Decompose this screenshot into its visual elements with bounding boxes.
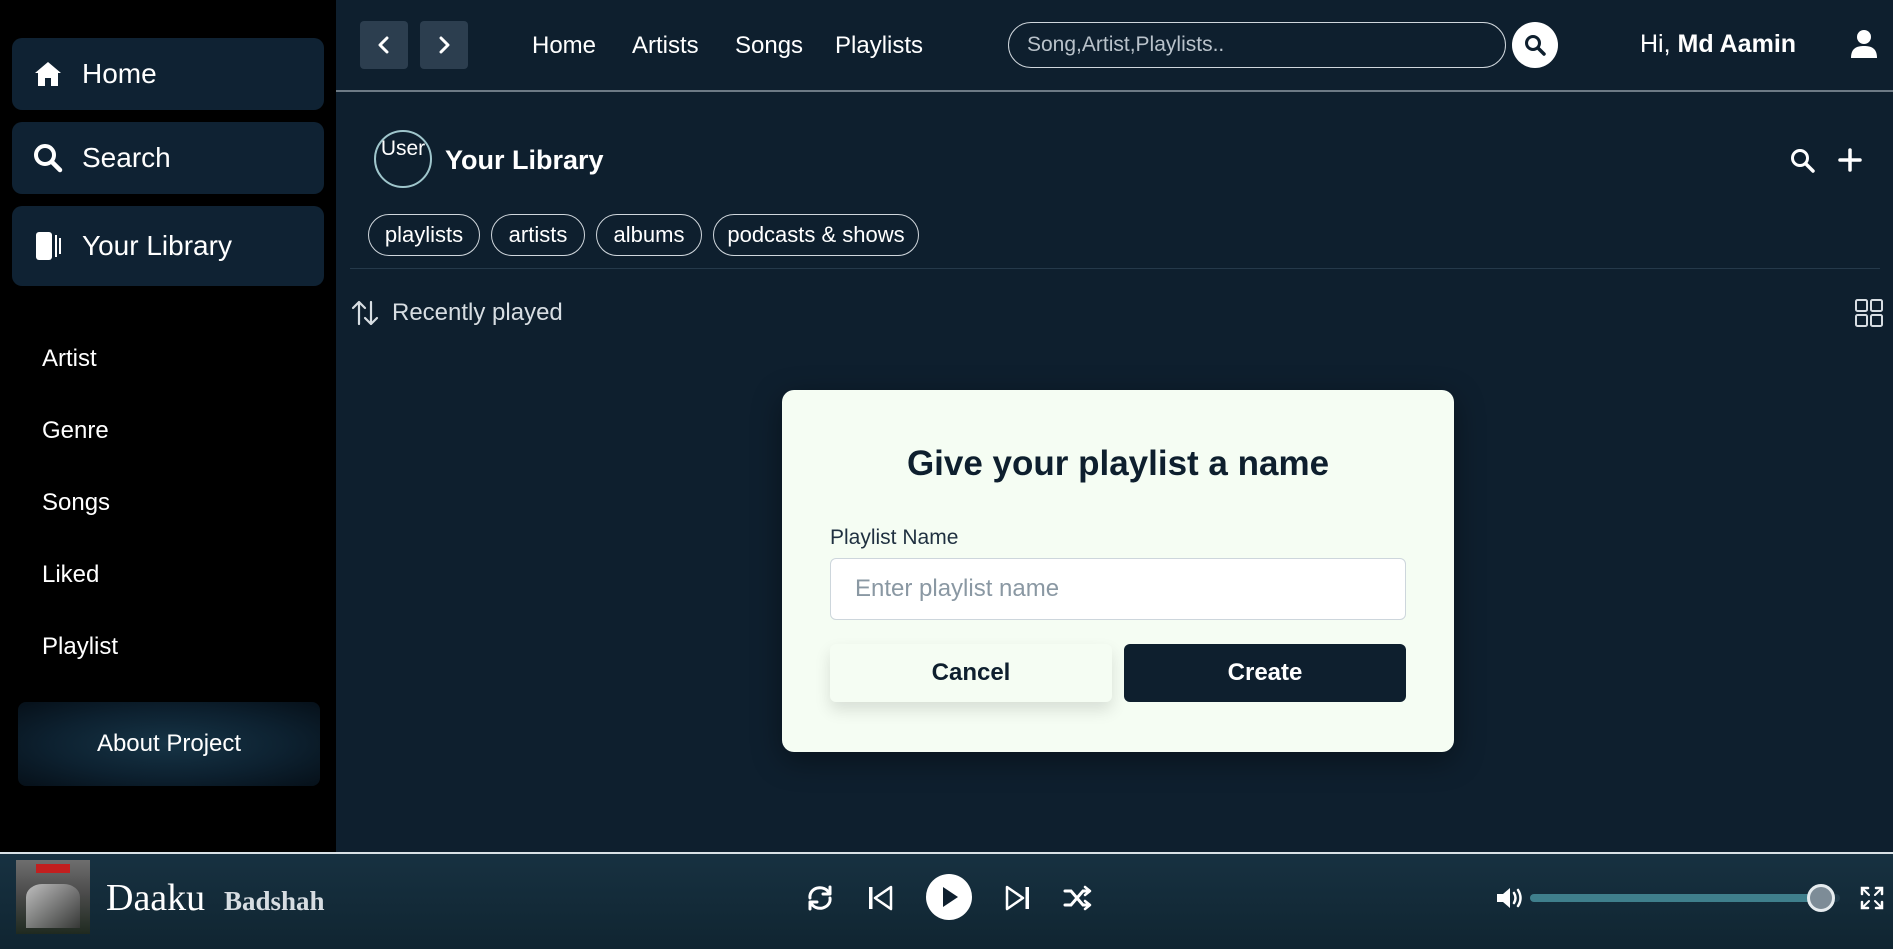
create-button[interactable]: Create [1124, 644, 1406, 702]
user-icon[interactable] [1848, 28, 1880, 60]
chip-playlists[interactable]: playlists [368, 214, 480, 256]
sidebar-search-button[interactable]: Search [12, 122, 324, 194]
repeat-button[interactable] [798, 876, 842, 920]
home-icon [28, 54, 68, 94]
album-cover[interactable] [16, 860, 90, 934]
playlist-name-input[interactable] [830, 558, 1406, 620]
player-bar: Daaku Badshah [0, 852, 1893, 949]
sidebar-link-songs[interactable]: Songs [42, 489, 110, 517]
sidebar-link-genre[interactable]: Genre [42, 417, 109, 445]
search-button[interactable] [1512, 22, 1558, 68]
search-input[interactable] [1008, 22, 1506, 68]
library-icon [28, 226, 68, 266]
greeting-text: Hi, [1640, 30, 1671, 58]
sidebar-link-liked[interactable]: Liked [42, 561, 99, 589]
library-search-button[interactable] [1788, 146, 1816, 174]
about-project-button[interactable]: About Project [18, 702, 320, 786]
volume-slider[interactable] [1530, 894, 1840, 902]
chevron-right-icon [439, 36, 450, 54]
sort-arrows-icon [351, 300, 379, 326]
create-playlist-modal: Give your playlist a name Playlist Name … [782, 390, 1454, 752]
playlist-name-label: Playlist Name [830, 526, 959, 549]
play-icon [943, 887, 958, 907]
sidebar-link-artist[interactable]: Artist [42, 345, 97, 373]
user-greeting: Hi, Md Aamin [1640, 30, 1796, 59]
sort-label: Recently played [392, 299, 563, 326]
volume-icon[interactable] [1494, 884, 1526, 912]
skip-forward-icon [1005, 885, 1029, 911]
search-icon [28, 138, 68, 178]
cover-figure [26, 884, 80, 928]
topnav-songs[interactable]: Songs [735, 32, 803, 60]
sidebar-library-button[interactable]: Your Library [12, 206, 324, 286]
topnav-home[interactable]: Home [532, 32, 596, 60]
fullscreen-icon[interactable] [1860, 886, 1884, 910]
avatar[interactable]: User [374, 130, 432, 188]
topnav-artists[interactable]: Artists [632, 32, 699, 60]
cancel-button[interactable]: Cancel [830, 644, 1112, 702]
chip-albums[interactable]: albums [596, 214, 702, 256]
chevron-left-icon [378, 36, 389, 54]
shuffle-button[interactable] [1056, 876, 1100, 920]
divider [350, 268, 1880, 269]
back-button[interactable] [360, 21, 408, 69]
shuffle-icon [1063, 885, 1092, 911]
topnav-playlists[interactable]: Playlists [835, 32, 923, 60]
add-playlist-button[interactable] [1836, 146, 1864, 174]
cover-title-tag [36, 864, 70, 873]
search-icon [1525, 35, 1546, 56]
play-button[interactable] [926, 874, 972, 920]
previous-button[interactable] [858, 876, 902, 920]
song-title[interactable]: Daaku [106, 876, 205, 920]
top-bar: Home Artists Songs Playlists Hi, Md Aami… [336, 0, 1893, 92]
sort-recently-played[interactable]: Recently played [350, 298, 563, 328]
chip-artists[interactable]: artists [491, 214, 585, 256]
next-button[interactable] [996, 876, 1040, 920]
repeat-icon [808, 885, 832, 911]
forward-button[interactable] [420, 21, 468, 69]
modal-title: Give your playlist a name [906, 444, 1330, 483]
sidebar-library-label: Your Library [82, 230, 232, 261]
username: Md Aamin [1677, 30, 1797, 58]
search-icon [1791, 149, 1815, 173]
chip-podcasts-shows[interactable]: podcasts & shows [713, 214, 919, 256]
library-title: Your Library [445, 145, 604, 175]
skip-back-icon [869, 885, 893, 911]
sidebar-home-label: Home [82, 58, 157, 89]
song-artist[interactable]: Badshah [224, 886, 325, 917]
sidebar-search-label: Search [82, 142, 171, 173]
sidebar-link-playlist[interactable]: Playlist [42, 633, 118, 661]
sidebar-home-button[interactable]: Home [12, 38, 324, 110]
grid-view-icon[interactable] [1854, 298, 1884, 328]
volume-fill [1530, 894, 1822, 902]
volume-knob[interactable] [1807, 884, 1836, 912]
plus-icon [1838, 148, 1862, 172]
sidebar: Home Search Your Library Artist Genre So… [0, 0, 336, 852]
